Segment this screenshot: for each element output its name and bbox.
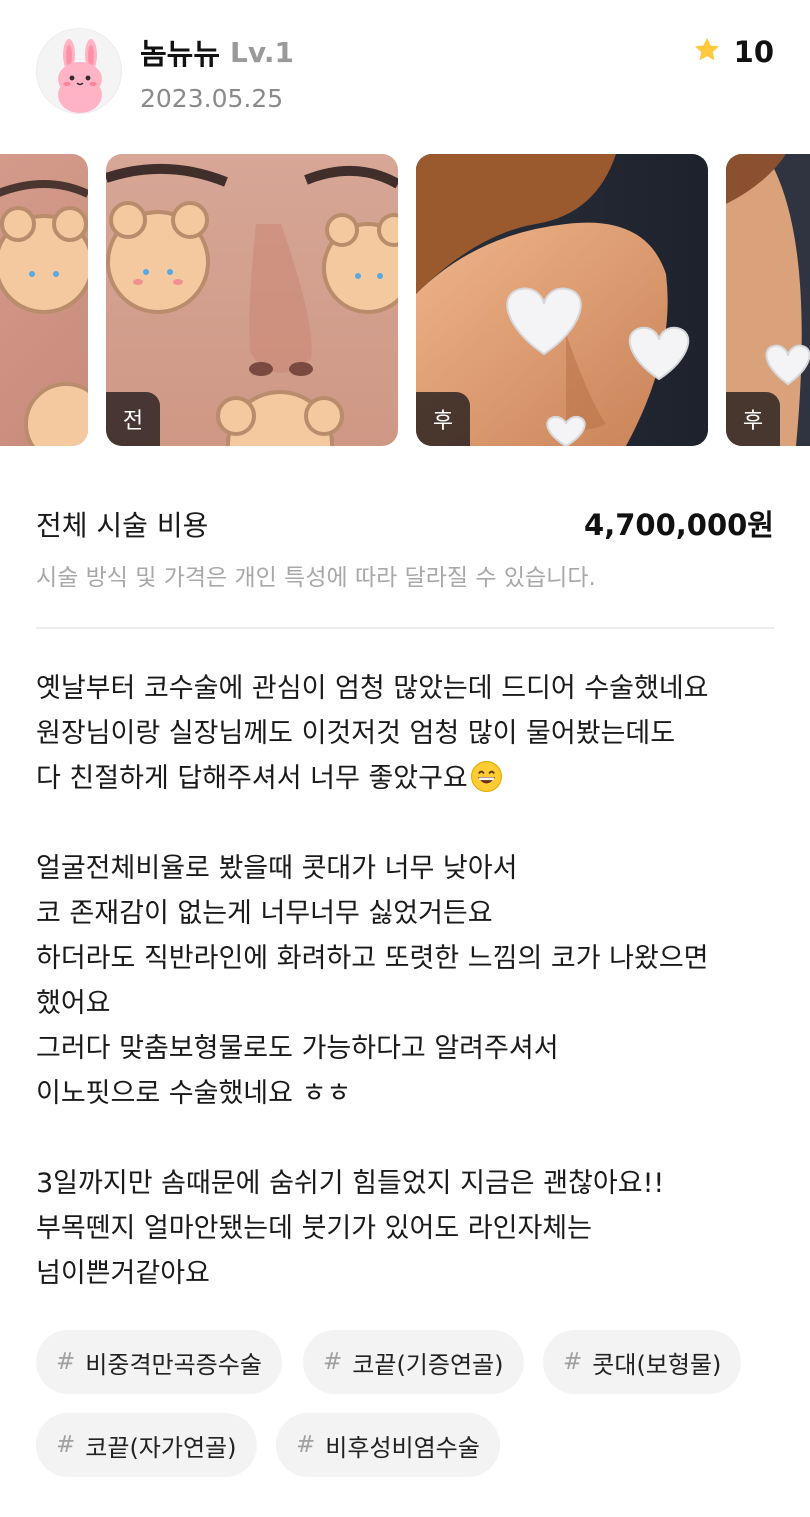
section-divider xyxy=(36,627,774,629)
review-line: 그러다 맞춤보형물로도 가능하다고 알려주셔서 xyxy=(36,1033,559,1064)
author-level: Lv.1 xyxy=(230,35,294,69)
review-line xyxy=(36,801,776,846)
review-line: 이노핏으로 수술했네요 ㅎㅎ xyxy=(36,1078,352,1109)
tag-chip[interactable]: # 콧대(보형물) xyxy=(543,1330,742,1394)
review-line: 부목뗀지 얼마안됐는데 붓기가 있어도 라인자체는 xyxy=(36,1213,592,1244)
tag-chip[interactable]: # 코끝(기증연골) xyxy=(303,1330,524,1394)
review-line: 다 친절하게 답해주셔서 너무 좋았구요 xyxy=(36,756,776,801)
author-name[interactable]: 놈뉴뉴 xyxy=(140,31,220,73)
photo-item[interactable] xyxy=(0,154,88,446)
review-line: 했어요 xyxy=(36,988,111,1019)
review-date: 2023.05.25 xyxy=(140,84,284,113)
photo-badge: 후 xyxy=(726,392,780,446)
review-line: 하더라도 직반라인에 화려하고 또렷한 느낌의 코가 나왔으면 xyxy=(36,943,709,974)
hash-icon: # xyxy=(56,1432,76,1458)
review-line xyxy=(36,1116,776,1161)
cost-disclaimer: 시술 방식 및 가격은 개인 특성에 따라 달라질 수 있습니다. xyxy=(36,565,596,591)
photo-item[interactable]: 후 xyxy=(416,154,708,446)
review-line: 원장님이랑 실장님께도 이것저것 엄청 많이 물어봤는데도 xyxy=(36,718,676,749)
rating-value: 10 xyxy=(733,35,774,69)
author-line: 놈뉴뉴 Lv.1 xyxy=(140,30,294,74)
review-line: 옛날부터 코수술에 관심이 엄청 많았는데 드디어 수술했네요 xyxy=(36,673,709,704)
photo-badge: 전 xyxy=(106,392,160,446)
hash-icon: # xyxy=(56,1349,76,1375)
tag-label: 코끝(기증연골) xyxy=(352,1350,504,1379)
photo-badge: 후 xyxy=(416,392,470,446)
hash-icon: # xyxy=(563,1349,583,1375)
photo-gallery[interactable]: 전 후 후 xyxy=(0,154,810,448)
tag-label: 콧대(보형물) xyxy=(592,1350,722,1379)
tag-label: 비후성비염수술 xyxy=(325,1433,480,1462)
total-cost-value: 4,700,000원 xyxy=(584,508,774,542)
hash-icon: # xyxy=(323,1349,343,1375)
tag-chip[interactable]: # 코끝(자가연골) xyxy=(36,1413,257,1477)
tag-chip[interactable]: # 비중격만곡증수술 xyxy=(36,1330,282,1394)
review-line: 3일까지만 솜때문에 숨쉬기 힘들었지 지금은 괜찮아요!! xyxy=(36,1168,665,1199)
review-header: 놈뉴뉴 Lv.1 2023.05.25 10 xyxy=(0,0,810,140)
review-body: 옛날부터 코수술에 관심이 엄청 많았는데 드디어 수술했네요 원장님이랑 실장… xyxy=(36,666,776,1296)
review-line: 넘이쁜거같아요 xyxy=(36,1258,210,1289)
photo-item[interactable]: 전 xyxy=(106,154,398,446)
hash-icon: # xyxy=(296,1432,316,1458)
tag-label: 코끝(자가연골) xyxy=(85,1433,237,1462)
rating: 10 xyxy=(692,30,774,74)
star-icon xyxy=(692,35,722,69)
bunny-avatar-icon[interactable] xyxy=(36,28,122,114)
review-line: 얼굴전체비율로 봤을때 콧대가 너무 낮아서 xyxy=(36,853,518,884)
tag-label: 비중격만곡증수술 xyxy=(85,1350,262,1379)
photo-item[interactable]: 후 xyxy=(726,154,810,446)
grinning-face-icon xyxy=(470,760,503,793)
tag-chip[interactable]: # 비후성비염수술 xyxy=(276,1413,500,1477)
total-cost-label: 전체 시술 비용 xyxy=(36,509,209,542)
review-line: 코 존재감이 없는게 너무너무 싫었거든요 xyxy=(36,898,493,929)
